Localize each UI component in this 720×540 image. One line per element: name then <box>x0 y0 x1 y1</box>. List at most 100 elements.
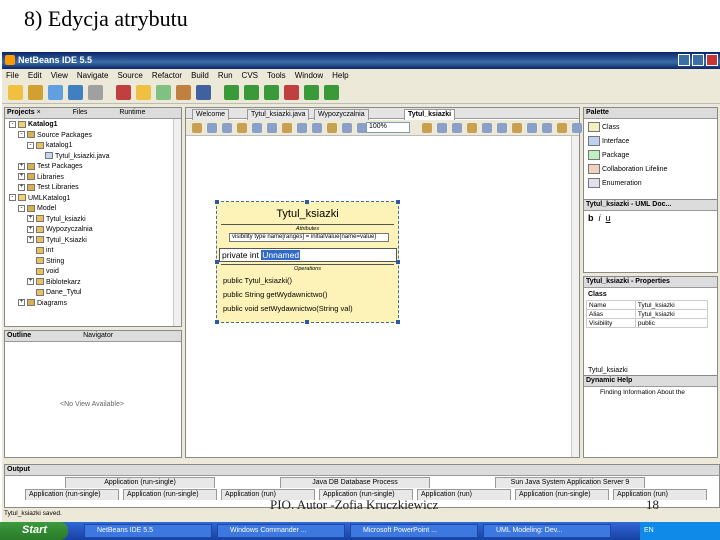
toolbar-icon[interactable] <box>196 85 211 100</box>
palette-item[interactable]: Interface <box>588 135 667 149</box>
language-indicator[interactable]: EN <box>644 527 654 534</box>
diagram-tool-icon[interactable] <box>467 123 477 133</box>
attribute-edit-selection[interactable]: Unnamed <box>261 250 301 260</box>
menu-item[interactable]: CVS <box>242 71 258 80</box>
output-tab[interactable]: Application (run) <box>613 489 707 500</box>
menu-item[interactable]: File <box>6 71 19 80</box>
tree-node[interactable]: + Tytul_Ksiazki <box>9 236 109 247</box>
menu-item[interactable]: Run <box>218 71 233 80</box>
palette-item[interactable]: Package <box>588 149 667 163</box>
tree-node[interactable]: + Libraries <box>9 173 109 184</box>
property-row[interactable]: Name Tytul_ksiazki <box>586 300 709 310</box>
expand-icon[interactable]: + <box>27 278 34 286</box>
toolbar-icon[interactable] <box>324 85 339 100</box>
editor-tab[interactable]: Welcome <box>192 109 230 120</box>
diagram-tool-icon[interactable] <box>422 123 432 133</box>
tree-node[interactable]: + Test Packages <box>9 162 109 173</box>
toolbar-icon[interactable] <box>156 85 171 100</box>
taskbar-button[interactable]: NetBeans IDE 5.5 <box>84 524 212 538</box>
tree-node[interactable]: + Diagrams <box>9 299 109 310</box>
start-button[interactable]: Start <box>0 522 68 540</box>
menu-item[interactable]: Help <box>332 71 348 80</box>
output-tab[interactable]: Application (run-single) <box>65 477 215 488</box>
diagram-tool-icon[interactable] <box>222 123 232 133</box>
menu-item[interactable]: Refactor <box>152 71 182 80</box>
help-item[interactable]: Finding Information About the <box>600 389 685 396</box>
uml-operation[interactable]: public void setWydawnictwo(String val) <box>223 302 353 316</box>
italic-icon[interactable]: i <box>599 213 601 223</box>
diagram-tool-icon[interactable] <box>497 123 507 133</box>
editor-tab[interactable]: Tytul_ksiazki.java <box>247 109 310 120</box>
tree-node[interactable]: + Tytul_ksiazki <box>9 215 109 226</box>
window-title-bar[interactable]: NetBeans IDE 5.5 <box>2 52 720 69</box>
resize-handle[interactable] <box>215 200 219 204</box>
tree-node[interactable]: Tytul_ksiazki.java <box>9 152 109 163</box>
property-row[interactable]: Visibility public <box>586 318 709 328</box>
tree-node[interactable]: - katalog1 <box>9 141 109 152</box>
menu-item[interactable]: Navigate <box>77 71 109 80</box>
tree-node[interactable]: String <box>9 257 109 268</box>
toolbar-icon[interactable] <box>244 85 259 100</box>
expand-icon[interactable]: + <box>18 183 25 191</box>
menu-item[interactable]: Edit <box>28 71 42 80</box>
expand-icon[interactable]: + <box>27 236 34 244</box>
taskbar-button[interactable]: UML Modeling: Dev... <box>483 524 611 538</box>
diagram-tool-icon[interactable] <box>267 123 277 133</box>
palette-item[interactable]: Collaboration Lifeline <box>588 163 667 177</box>
property-row[interactable]: Alias Tytul_ksiazki <box>586 309 709 319</box>
uml-class-name[interactable]: Tytul_ksiazki <box>217 208 398 220</box>
diagram-tool-icon[interactable] <box>252 123 262 133</box>
resize-handle[interactable] <box>215 320 219 324</box>
toolbar-icon[interactable] <box>68 85 83 100</box>
collapse-icon[interactable]: - <box>18 131 25 139</box>
tree-node[interactable]: void <box>9 267 109 278</box>
maximize-button[interactable] <box>692 54 704 66</box>
output-tab[interactable]: Java DB Database Process <box>280 477 430 488</box>
diagram-tool-icon[interactable] <box>327 123 337 133</box>
taskbar-button[interactable]: Windows Commander ... <box>217 524 345 538</box>
diagram-tool-icon[interactable] <box>237 123 247 133</box>
editor-tab[interactable]: Wypozyczalnia <box>314 109 369 120</box>
diagram-tool-icon[interactable] <box>297 123 307 133</box>
tree-node[interactable]: - Source Packages <box>9 131 109 142</box>
toolbar-icon[interactable] <box>304 85 319 100</box>
tab-files[interactable]: Files <box>73 109 88 116</box>
toolbar-icon[interactable] <box>136 85 151 100</box>
editor-tab[interactable]: Tytul_ksiazki <box>404 109 456 120</box>
collapse-icon[interactable]: - <box>18 204 25 212</box>
bold-icon[interactable]: b <box>588 213 594 223</box>
palette-item[interactable]: Class <box>588 121 667 135</box>
uml-class-box[interactable]: Tytul_ksiazki Attributes visibility type… <box>215 200 400 324</box>
toolbar-icon[interactable] <box>264 85 279 100</box>
diagram-tool-icon[interactable] <box>342 123 352 133</box>
uml-operation[interactable]: public String getWydawnictwo() <box>223 288 353 302</box>
expand-icon[interactable]: + <box>18 173 25 181</box>
toolbar-icon[interactable] <box>28 85 43 100</box>
tree-node[interactable]: - UMLKatalog1 <box>9 194 109 205</box>
tree-node[interactable]: - Katalog1 <box>9 120 109 131</box>
menu-item[interactable]: Tools <box>267 71 286 80</box>
toolbar-icon[interactable] <box>224 85 239 100</box>
close-button[interactable] <box>706 54 718 66</box>
projects-scrollbar[interactable] <box>173 119 181 326</box>
diagram-tool-icon[interactable] <box>542 123 552 133</box>
toolbar-icon[interactable] <box>176 85 191 100</box>
diagram-tool-icon[interactable] <box>282 123 292 133</box>
menu-item[interactable]: Build <box>191 71 209 80</box>
output-tab[interactable]: Application (run-single) <box>515 489 609 500</box>
tree-node[interactable]: - Model <box>9 204 109 215</box>
output-tab[interactable]: Application (run-single) <box>25 489 119 500</box>
tree-node[interactable]: int <box>9 246 109 257</box>
diagram-tool-icon[interactable] <box>527 123 537 133</box>
menu-item[interactable]: View <box>51 71 68 80</box>
collapse-icon[interactable]: - <box>9 194 16 202</box>
menu-item[interactable]: Window <box>295 71 323 80</box>
expand-icon[interactable]: + <box>27 225 34 233</box>
tree-node[interactable]: + Biblotekarz <box>9 278 109 289</box>
expand-icon[interactable]: + <box>18 299 25 307</box>
editor-scrollbar[interactable] <box>571 136 579 457</box>
toolbar-icon[interactable] <box>48 85 63 100</box>
tab-navigator[interactable]: Navigator <box>83 332 113 339</box>
attribute-edit-field[interactable]: private int Unnamed <box>219 248 397 262</box>
diagram-tool-icon[interactable] <box>207 123 217 133</box>
